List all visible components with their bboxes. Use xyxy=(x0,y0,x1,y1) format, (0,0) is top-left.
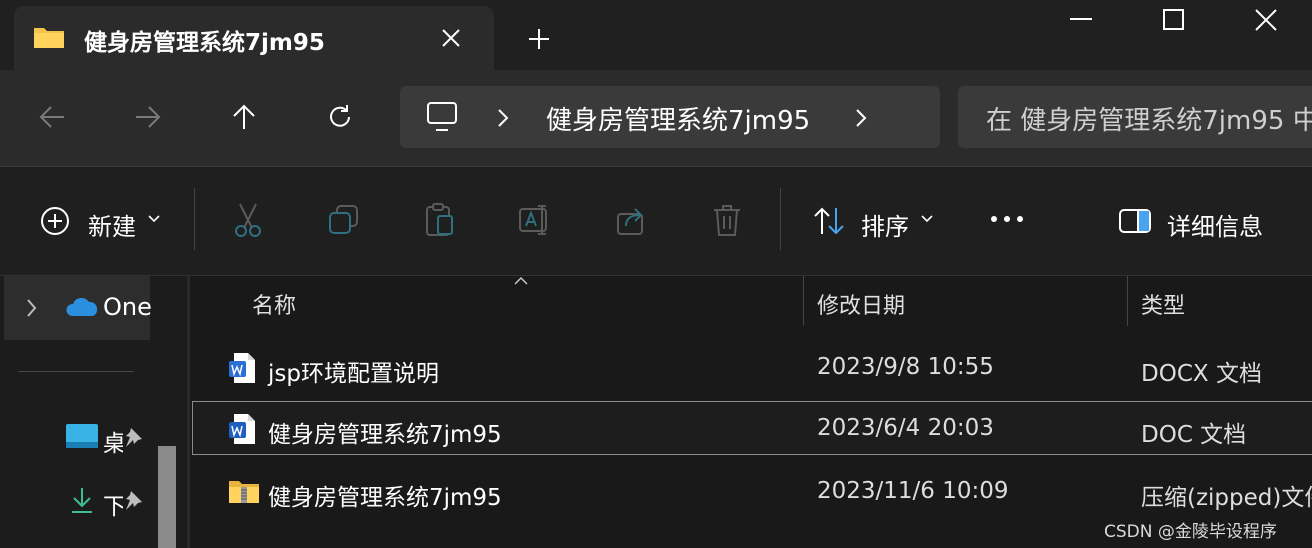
share-icon[interactable] xyxy=(616,204,650,236)
file-modified: 2023/11/6 10:09 xyxy=(817,478,1009,504)
rename-icon[interactable] xyxy=(518,204,554,236)
back-arrow-icon[interactable] xyxy=(38,104,66,130)
close-tab-icon[interactable] xyxy=(441,28,461,48)
file-name[interactable]: jsp环境配置说明 xyxy=(268,354,439,388)
forward-arrow-icon[interactable] xyxy=(134,104,162,130)
chevron-down-icon[interactable] xyxy=(148,215,160,223)
expand-chevron-icon[interactable] xyxy=(26,298,38,318)
column-header-name[interactable]: 名称 xyxy=(252,288,296,320)
nav-item-label: OneDrive xyxy=(103,293,153,321)
plus-icon[interactable] xyxy=(528,28,550,50)
file-name[interactable]: 健身房管理系统7jm95 xyxy=(268,415,502,449)
nav-item-label[interactable]: 下载 xyxy=(103,487,123,521)
cut-icon[interactable] xyxy=(232,202,264,238)
sort-ascending-icon xyxy=(514,277,528,285)
this-pc-icon xyxy=(427,102,457,131)
minimize-icon[interactable] xyxy=(1070,18,1092,22)
file-name[interactable]: 健身房管理系统7jm95 xyxy=(268,478,502,512)
download-icon xyxy=(72,488,92,513)
file-type: DOC 文档 xyxy=(1141,422,1247,448)
column-header-type[interactable]: 类型 xyxy=(1141,288,1185,320)
delete-icon[interactable] xyxy=(712,203,742,237)
file-modified: 2023/6/4 20:03 xyxy=(817,415,994,441)
word-doc-icon xyxy=(229,414,255,444)
details-button[interactable]: 详细信息 xyxy=(1167,207,1263,242)
pin-icon xyxy=(126,491,142,510)
column-divider[interactable] xyxy=(803,276,804,326)
onedrive-icon xyxy=(66,297,98,316)
ellipsis-icon[interactable] xyxy=(990,214,1026,224)
sort-button[interactable]: 排序 xyxy=(861,207,909,242)
paste-icon[interactable] xyxy=(424,202,456,238)
word-doc-icon xyxy=(229,353,255,383)
close-icon[interactable] xyxy=(1255,9,1277,31)
watermark-text: CSDN @金陵毕设程序 xyxy=(1104,522,1277,542)
toolbar-separator xyxy=(780,188,781,250)
search-input[interactable]: 在 健身房管理系统7jm95 中 xyxy=(958,86,1312,148)
toolbar-separator xyxy=(194,188,195,250)
chevron-down-icon[interactable] xyxy=(921,215,933,223)
file-modified: 2023/9/8 10:55 xyxy=(817,354,994,380)
file-type: DOCX 文档 xyxy=(1141,361,1262,387)
chevron-right-icon[interactable] xyxy=(496,108,510,128)
address-segment[interactable]: 健身房管理系统7jm95 xyxy=(546,100,810,137)
search-placeholder: 在 健身房管理系统7jm95 中 xyxy=(986,106,1312,136)
folder-icon xyxy=(34,28,64,48)
details-pane-icon[interactable] xyxy=(1118,208,1152,234)
command-bar xyxy=(0,167,1312,276)
column-header-modified[interactable]: 修改日期 xyxy=(817,288,905,320)
tab-title: 健身房管理系统7jm95 xyxy=(84,30,325,56)
sort-icon[interactable] xyxy=(812,206,848,236)
zip-folder-icon xyxy=(229,481,259,503)
maximize-icon[interactable] xyxy=(1163,9,1185,31)
new-button[interactable]: 新建 xyxy=(88,207,136,242)
chevron-right-icon[interactable] xyxy=(854,108,868,128)
refresh-icon[interactable] xyxy=(326,103,354,131)
desktop-icon xyxy=(66,424,98,448)
pin-icon xyxy=(126,428,142,447)
up-arrow-icon[interactable] xyxy=(230,103,258,131)
nav-divider xyxy=(18,371,134,372)
new-plus-circle-icon[interactable] xyxy=(40,206,70,236)
nav-scrollbar[interactable] xyxy=(158,446,176,548)
column-divider[interactable] xyxy=(1127,276,1128,326)
copy-icon[interactable] xyxy=(328,204,360,236)
nav-item-label[interactable]: 桌面 xyxy=(103,424,123,458)
file-type: 压缩(zipped)文件 xyxy=(1141,485,1312,511)
